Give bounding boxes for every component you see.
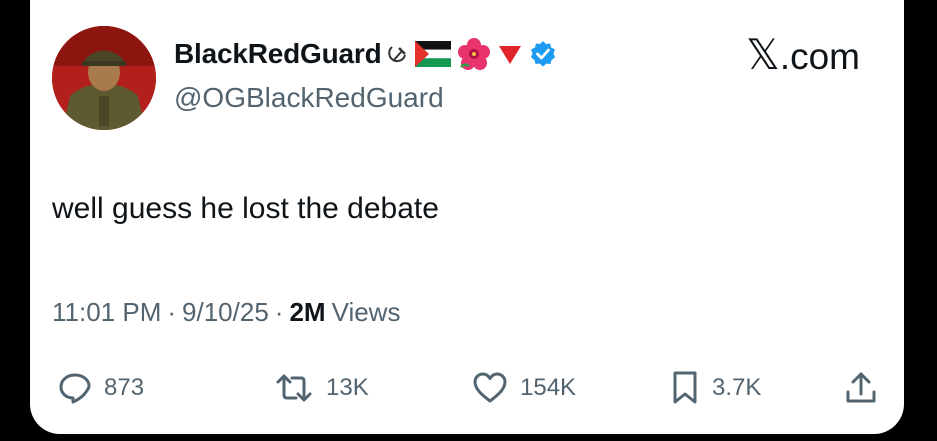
repost-icon <box>274 371 314 405</box>
x-logo-icon: 𝕏 <box>745 30 780 79</box>
palestine-flag-icon <box>415 39 452 69</box>
reply-button[interactable]: 873 <box>58 366 144 410</box>
tweet-card: BlackRedGuard @OGBlackRedGuard 𝕏 .com we… <box>30 0 904 434</box>
views-count: 2M <box>289 297 326 327</box>
like-button[interactable]: 154K <box>472 366 576 410</box>
share-icon <box>844 370 878 406</box>
tweet-date[interactable]: 9/10/25 <box>182 297 269 328</box>
reply-count: 873 <box>104 374 145 401</box>
reply-icon <box>58 371 92 405</box>
tweet-time[interactable]: 11:01 PM <box>52 297 161 328</box>
meta-separator: · <box>274 297 284 327</box>
avatar[interactable] <box>52 26 156 130</box>
brand-logo: 𝕏 .com <box>746 34 860 78</box>
meta-separator: · <box>167 297 177 327</box>
tweet-text: well guess he lost the debate <box>52 192 439 225</box>
brand-domain: .com <box>779 36 860 77</box>
bookmark-count: 3.7K <box>712 374 762 401</box>
verified-badge-icon <box>529 39 557 69</box>
bookmark-button[interactable]: 3.7K <box>670 366 761 410</box>
red-triangle-icon <box>497 39 523 69</box>
action-bar: 873 13K 154K 3.7K <box>52 366 882 410</box>
repost-count: 13K <box>326 374 369 401</box>
hammer-sickle-icon <box>387 39 409 69</box>
author-handle[interactable]: @OGBlackRedGuard <box>174 82 444 114</box>
hibiscus-icon <box>457 38 491 70</box>
views-label: Views <box>331 297 401 327</box>
tweet-meta: 11:01 PM · 9/10/25 · 2M Views <box>52 297 400 328</box>
display-name[interactable]: BlackRedGuard <box>174 38 382 70</box>
share-button[interactable] <box>844 366 878 410</box>
like-count: 154K <box>520 374 577 401</box>
bookmark-icon <box>670 370 700 406</box>
author-name-row: BlackRedGuard <box>174 38 557 70</box>
repost-button[interactable]: 13K <box>274 366 369 410</box>
heart-icon <box>472 371 508 405</box>
